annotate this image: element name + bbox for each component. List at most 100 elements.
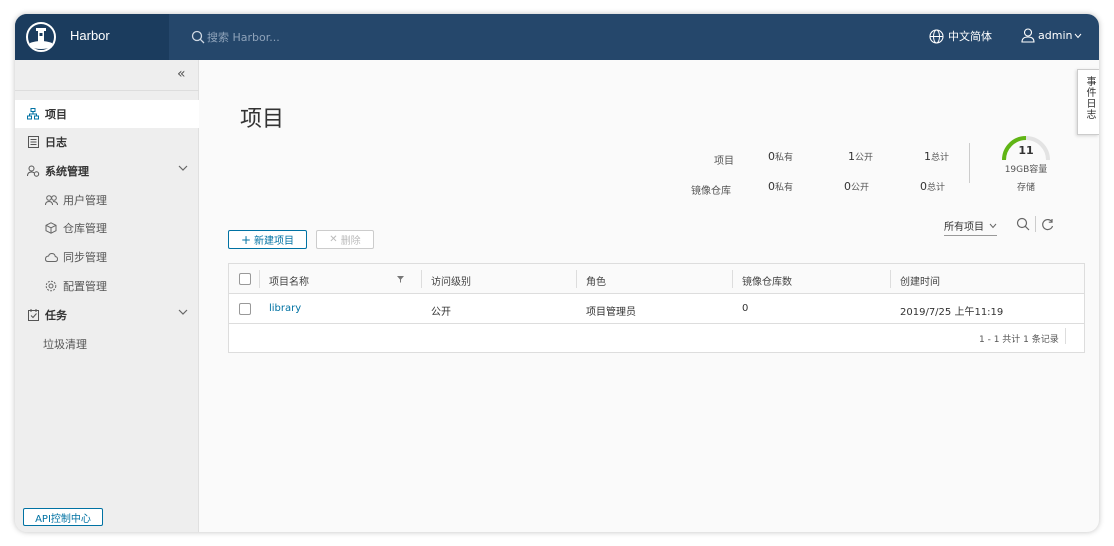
sidebar-item-registries[interactable]: 仓库管理 — [15, 214, 199, 242]
button-label: 新建项目 — [254, 236, 295, 247]
storage-label: 存储 — [1016, 183, 1035, 193]
project-filter-select[interactable]: 所有项目 — [944, 218, 997, 236]
row-checkbox[interactable] — [239, 303, 251, 315]
collapse-sidebar-icon[interactable]: « — [177, 66, 186, 82]
sidebar-item-gc[interactable]: 垃圾清理 — [15, 330, 199, 358]
storage-capacity: 19GB容量 — [1004, 165, 1048, 175]
repos-public-stat: 0公开 — [844, 180, 869, 193]
column-separator — [576, 270, 577, 288]
repo-count: 0 — [742, 303, 749, 314]
sidebar-item-tasks[interactable]: 任务 — [15, 301, 199, 329]
language-label: 中文简体 — [948, 30, 992, 43]
role: 项目管理员 — [586, 307, 636, 318]
tasks-icon — [25, 307, 41, 323]
table-header: 项目名称 访问级别 角色 镜像仓库数 创建时间 — [229, 264, 1084, 294]
refresh-icon[interactable] — [1041, 218, 1054, 231]
replication-icon — [43, 249, 59, 265]
users-icon — [43, 192, 59, 208]
sidebar-item-replication[interactable]: 同步管理 — [15, 243, 199, 271]
table-footer-count: 1 - 1 共计 1 条记录 — [979, 335, 1059, 345]
projects-private-stat: 0私有 — [768, 150, 793, 163]
repos-private-stat: 0私有 — [768, 180, 793, 193]
filter-label: 所有项目 — [944, 222, 984, 233]
sidebar-item-label: 系统管理 — [45, 165, 89, 178]
top-header: Harbor 中文简体 admin — [15, 14, 1099, 60]
column-header-name[interactable]: 项目名称 — [269, 273, 309, 288]
stat-unit: 公开 — [851, 183, 870, 193]
stat-unit: 私有 — [775, 153, 794, 163]
column-separator — [732, 270, 733, 288]
chevron-down-icon[interactable] — [178, 165, 188, 172]
sidebar-item-label: 用户管理 — [63, 194, 107, 207]
chevron-down-icon — [989, 223, 997, 228]
search-input[interactable] — [207, 30, 347, 44]
sidebar-item-projects[interactable]: 项目 — [15, 100, 199, 128]
sidebar-item-label: 日志 — [45, 136, 67, 149]
storage-gauge: 11 19GB容量 存储 — [998, 132, 1054, 193]
projects-total-stat: 1总计 — [924, 150, 949, 163]
event-log-tab[interactable]: 事件日志 — [1077, 69, 1099, 135]
plus-icon: + — [240, 232, 252, 247]
sidebar-item-label: 仓库管理 — [63, 222, 107, 235]
column-header-repos[interactable]: 镜像仓库数 — [742, 273, 792, 288]
sidebar-item-admin[interactable]: 系统管理 — [15, 157, 199, 185]
delete-button[interactable]: ✕ 删除 — [316, 230, 374, 249]
column-separator — [421, 270, 422, 288]
language-switcher[interactable]: 中文简体 — [929, 28, 992, 44]
sidebar-item-logs[interactable]: 日志 — [15, 128, 199, 156]
sidebar-item-users[interactable]: 用户管理 — [15, 186, 199, 214]
project-name-link[interactable]: library — [269, 303, 301, 314]
column-header-role[interactable]: 角色 — [586, 273, 606, 288]
filter-icon[interactable] — [397, 276, 404, 283]
project-icon — [25, 106, 41, 122]
harbor-logo-icon — [26, 22, 56, 52]
projects-stat-label: 项目 — [714, 156, 734, 167]
repos-stat-label: 镜像仓库 — [691, 186, 731, 197]
brand[interactable]: Harbor — [15, 14, 169, 60]
repos-total-stat: 0总计 — [920, 180, 945, 193]
user-icon — [1021, 28, 1035, 43]
stats-divider — [969, 143, 970, 183]
column-separator — [259, 270, 260, 288]
table-row[interactable]: library 公开 项目管理员 0 2019/7/25 上午11:19 — [229, 294, 1084, 324]
stat-unit: 公开 — [855, 153, 874, 163]
projects-table: 项目名称 访问级别 角色 镜像仓库数 创建时间 library 公开 项目管理员… — [228, 263, 1085, 353]
chevron-down-icon — [1075, 33, 1082, 38]
sidebar-item-label: 同步管理 — [63, 251, 107, 264]
api-center-button[interactable]: API控制中心 — [23, 508, 103, 526]
username: admin — [1038, 29, 1073, 42]
access-level: 公开 — [431, 307, 451, 318]
sidebar-item-label: 垃圾清理 — [43, 338, 87, 351]
app-window: Harbor 中文简体 admin — [15, 14, 1099, 532]
registry-icon — [43, 220, 59, 236]
stat-unit: 总计 — [927, 183, 946, 193]
stat-value: 0 — [768, 150, 775, 163]
column-header-access[interactable]: 访问级别 — [431, 273, 471, 288]
projects-public-stat: 1公开 — [848, 150, 873, 163]
footer-divider — [1065, 328, 1066, 344]
sidebar-item-config[interactable]: 配置管理 — [15, 272, 199, 300]
global-search[interactable] — [191, 28, 347, 46]
sidebar-divider — [15, 90, 199, 91]
column-separator — [890, 270, 891, 288]
stat-value: 0 — [844, 180, 851, 193]
tools-divider — [1035, 216, 1036, 232]
log-icon — [25, 134, 41, 150]
storage-value: 11 — [1018, 144, 1034, 157]
admin-icon — [25, 163, 41, 179]
sidebar-item-label: 项目 — [45, 108, 67, 121]
page-title: 项目 — [240, 107, 285, 132]
new-project-button[interactable]: + 新建项目 — [228, 230, 307, 249]
select-all-checkbox[interactable] — [239, 273, 251, 285]
globe-icon — [929, 28, 944, 44]
chevron-down-icon[interactable] — [178, 309, 188, 316]
brand-name: Harbor — [70, 28, 110, 43]
stat-value: 0 — [768, 180, 775, 193]
main-content: 项目 项目 镜像仓库 0私有 1公开 1总计 0私有 0公开 0总计 11 19… — [200, 60, 1099, 532]
search-icon[interactable] — [1016, 217, 1030, 231]
column-header-created[interactable]: 创建时间 — [900, 273, 940, 288]
sidebar-item-label: 配置管理 — [63, 280, 107, 293]
user-menu[interactable]: admin — [1021, 28, 1082, 43]
stat-unit: 私有 — [775, 183, 794, 193]
search-icon — [191, 30, 205, 44]
